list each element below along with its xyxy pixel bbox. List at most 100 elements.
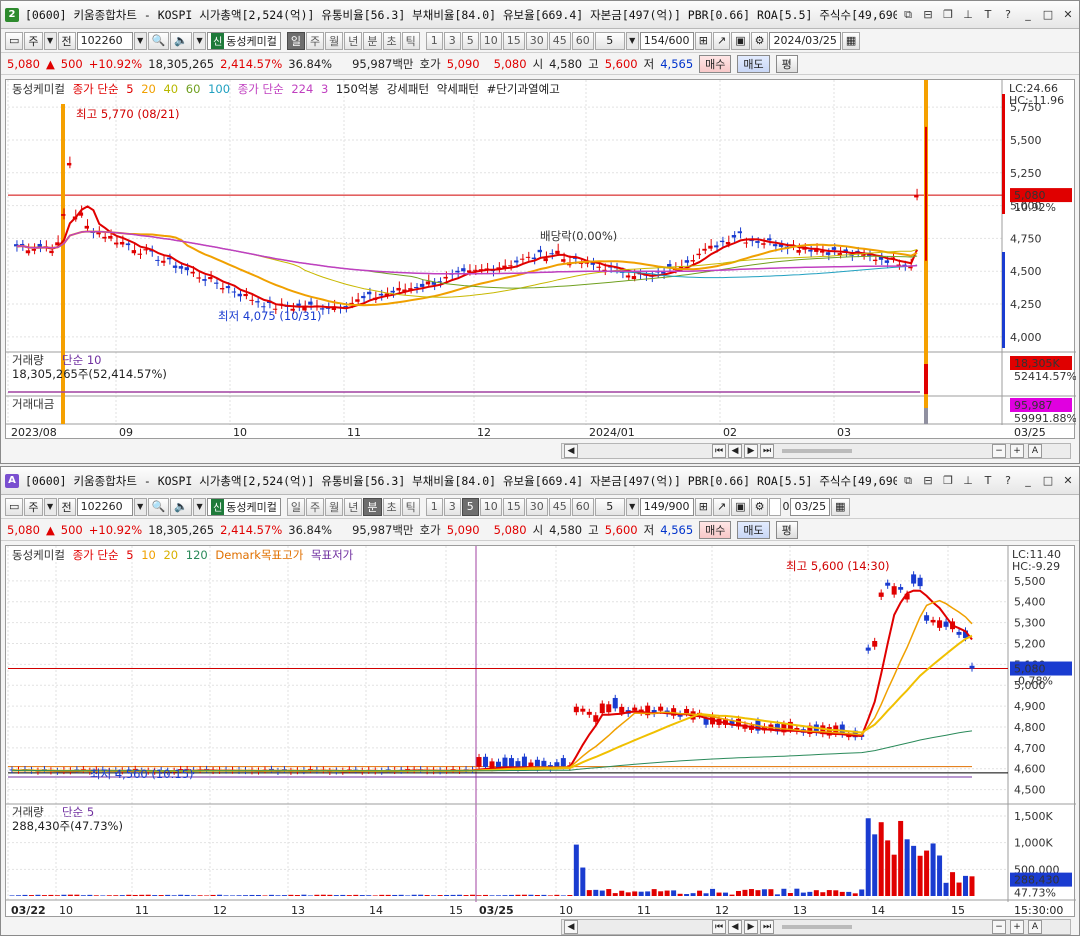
stock-code-input[interactable]: 102260: [76, 497, 133, 516]
market-select[interactable]: 전: [57, 497, 76, 516]
next-icon[interactable]: ▶: [744, 920, 758, 934]
daily-chart-area[interactable]: 5,750 5,500 5,250 5,000 4,750 4,500 4,250 4,000…: [5, 79, 1076, 439]
scroll-left-icon[interactable]: ◀: [564, 444, 578, 458]
interval-button-6[interactable]: 45: [548, 31, 571, 50]
period-button-5[interactable]: 초: [382, 31, 401, 50]
last-icon[interactable]: ⏭: [760, 920, 774, 934]
prev-icon[interactable]: ◀: [728, 444, 742, 458]
period-button-0[interactable]: 일: [286, 497, 305, 516]
period-button-3[interactable]: 년: [344, 31, 363, 50]
settings-icon[interactable]: ⚙: [750, 31, 769, 50]
avg-button[interactable]: 평: [775, 54, 798, 73]
next-icon[interactable]: ▶: [744, 444, 758, 458]
close-icon[interactable]: ✕: [1061, 474, 1075, 488]
minimize-all-icon[interactable]: ⊟: [921, 8, 935, 22]
title-bar[interactable]: 2 [0600] 키움종합차트 - KOSPI 시가총액[2,524(억)] 유…: [1, 1, 1079, 29]
zoom-slider[interactable]: [782, 925, 852, 929]
period-button-2[interactable]: 월: [325, 497, 344, 516]
link-icon[interactable]: ⧉: [901, 8, 915, 22]
stock-name-field[interactable]: 신 동성케미컬: [207, 31, 281, 50]
calendar-icon[interactable]: ▦: [841, 31, 861, 50]
pin-icon[interactable]: ⊥: [961, 474, 975, 488]
type-select[interactable]: 주: [24, 497, 43, 516]
period-button-1[interactable]: 주: [306, 497, 325, 516]
period-button-4[interactable]: 분: [363, 497, 382, 516]
interval-button-3[interactable]: 10: [479, 31, 502, 50]
link-icon[interactable]: ⧉: [901, 474, 915, 488]
close-icon[interactable]: ✕: [1061, 8, 1075, 22]
drawing-icon[interactable]: ↗: [712, 497, 731, 516]
minute-chart-svg[interactable]: 5,5005,4005,3005,2005,1005,0004,9004,800…: [6, 546, 1076, 916]
help-icon[interactable]: ?: [1001, 474, 1015, 488]
font-icon[interactable]: T: [981, 474, 995, 488]
interval-button-1[interactable]: 3: [443, 31, 461, 50]
interval-button-4[interactable]: 15: [502, 497, 525, 516]
period-button-1[interactable]: 주: [306, 31, 325, 50]
checkbox[interactable]: [769, 497, 782, 516]
indicator-icon[interactable]: ⊞: [694, 31, 712, 50]
interval-button-2[interactable]: 5: [461, 31, 479, 50]
zoom-out-icon[interactable]: −: [992, 920, 1006, 934]
chevron-down-icon[interactable]: ▼: [43, 497, 57, 516]
interval-button-3[interactable]: 10: [479, 497, 502, 516]
period-button-0[interactable]: 일: [286, 31, 305, 50]
period-button-6[interactable]: 틱: [401, 497, 420, 516]
buy-button[interactable]: 매수: [699, 54, 732, 73]
chevron-down-icon[interactable]: ▼: [133, 497, 147, 516]
last-icon[interactable]: ⏭: [760, 444, 774, 458]
save-icon[interactable]: ▣: [731, 31, 750, 50]
interval-combo[interactable]: 5: [594, 497, 625, 516]
interval-button-0[interactable]: 1: [425, 497, 443, 516]
text-icon[interactable]: A: [1028, 444, 1042, 458]
restore-icon[interactable]: ❐: [941, 474, 955, 488]
chevron-down-icon[interactable]: ▼: [43, 31, 57, 50]
zoom-slider[interactable]: [782, 449, 852, 453]
minimize-icon[interactable]: _: [1021, 8, 1035, 22]
avg-button[interactable]: 평: [775, 520, 798, 539]
period-button-5[interactable]: 초: [382, 497, 401, 516]
search-icon[interactable]: 🔍: [147, 497, 170, 516]
zoom-in-icon[interactable]: +: [1010, 920, 1024, 934]
chevron-down-icon[interactable]: ▼: [625, 31, 639, 50]
zoom-out-icon[interactable]: −: [992, 444, 1006, 458]
market-select[interactable]: 전: [57, 31, 76, 50]
chart-scrollbar[interactable]: ◀ ⏮ ◀ ▶ ⏭ − + A: [561, 919, 1071, 935]
sell-button[interactable]: 매도: [737, 54, 770, 73]
period-button-4[interactable]: 분: [363, 31, 382, 50]
layout-icon[interactable]: ▭: [5, 31, 24, 50]
restore-icon[interactable]: ❐: [941, 8, 955, 22]
interval-button-4[interactable]: 15: [502, 31, 525, 50]
data-count-field[interactable]: 154/600: [639, 31, 694, 50]
first-icon[interactable]: ⏮: [712, 920, 726, 934]
font-icon[interactable]: T: [981, 8, 995, 22]
zoom-in-icon[interactable]: +: [1010, 444, 1024, 458]
maximize-icon[interactable]: □: [1041, 474, 1055, 488]
minimize-icon[interactable]: _: [1021, 474, 1035, 488]
sound-icon[interactable]: 🔈: [170, 31, 193, 50]
settings-icon[interactable]: ⚙: [750, 497, 769, 516]
drawing-icon[interactable]: ↗: [712, 31, 731, 50]
calendar-icon[interactable]: ▦: [831, 497, 850, 516]
save-icon[interactable]: ▣: [731, 497, 750, 516]
stock-name-field[interactable]: 신 동성케미컬: [207, 497, 281, 516]
period-button-3[interactable]: 년: [344, 497, 363, 516]
sell-button[interactable]: 매도: [737, 520, 770, 539]
interval-button-6[interactable]: 45: [548, 497, 571, 516]
type-select[interactable]: 주: [24, 31, 43, 50]
first-icon[interactable]: ⏮: [712, 444, 726, 458]
sound-icon[interactable]: 🔈: [170, 497, 193, 516]
buy-button[interactable]: 매수: [699, 520, 732, 539]
chevron-down-icon[interactable]: ▼: [193, 497, 207, 516]
chart-scrollbar[interactable]: ◀ ⏮ ◀ ▶ ⏭ − + A: [561, 443, 1071, 459]
chevron-down-icon[interactable]: ▼: [193, 31, 207, 50]
help-icon[interactable]: ?: [1001, 8, 1015, 22]
period-button-6[interactable]: 틱: [401, 31, 420, 50]
text-icon[interactable]: A: [1028, 920, 1042, 934]
indicator-icon[interactable]: ⊞: [694, 497, 712, 516]
scroll-left-icon[interactable]: ◀: [564, 920, 578, 934]
data-count-field[interactable]: 149/900: [639, 497, 694, 516]
period-button-2[interactable]: 월: [325, 31, 344, 50]
interval-button-0[interactable]: 1: [425, 31, 443, 50]
interval-button-5[interactable]: 30: [525, 497, 548, 516]
interval-button-7[interactable]: 60: [571, 31, 594, 50]
